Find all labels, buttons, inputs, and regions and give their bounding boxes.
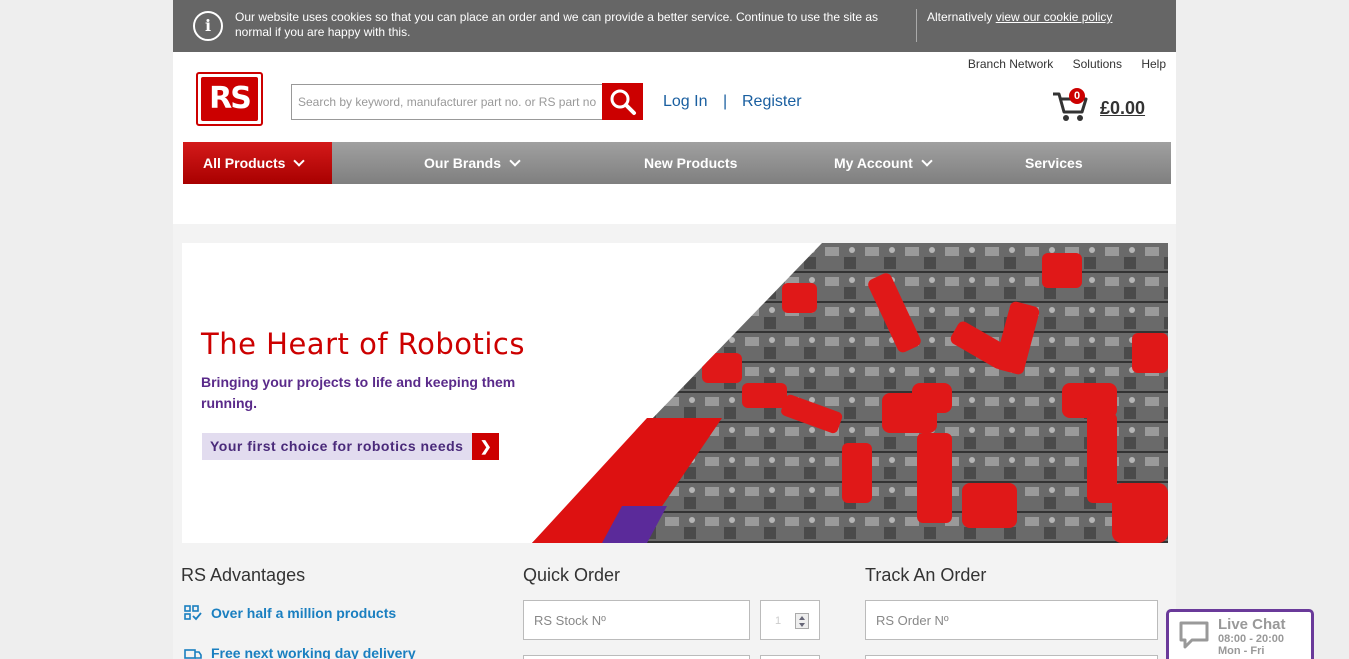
nav-our-brands[interactable]: Our Brands bbox=[424, 142, 521, 184]
cookie-message: Our website uses cookies so that you can… bbox=[235, 10, 879, 39]
hero-cta-label: Your first choice for robotics needs bbox=[210, 438, 464, 454]
branch-network-link[interactable]: Branch Network bbox=[968, 57, 1053, 71]
cart-total[interactable]: £0.00 bbox=[1100, 98, 1145, 119]
product-grid-icon bbox=[184, 605, 202, 621]
live-chat-widget[interactable]: Live Chat 08:00 - 20:00 Mon - Fri bbox=[1166, 609, 1314, 659]
cart-count-badge: 0 bbox=[1069, 88, 1085, 104]
chat-bubble-icon bbox=[1179, 621, 1209, 649]
quick-order-title: Quick Order bbox=[523, 565, 621, 585]
advantage-item[interactable]: Over half a million products bbox=[184, 605, 396, 621]
nav-new-products-label: New Products bbox=[644, 155, 738, 171]
quantity-input[interactable]: 1 bbox=[760, 600, 820, 640]
cookie-alt-prefix: Alternatively bbox=[927, 10, 996, 24]
delivery-icon bbox=[184, 649, 202, 659]
page: i Our website uses cookies so that you c… bbox=[173, 0, 1176, 659]
live-chat-times: 08:00 - 20:00 bbox=[1218, 633, 1285, 645]
advantage-item[interactable]: Free next working day delivery bbox=[184, 645, 416, 659]
hero-banner[interactable]: The Heart of Robotics Bringing your proj… bbox=[182, 243, 1168, 543]
link-separator: | bbox=[723, 93, 728, 110]
live-chat-title: Live Chat bbox=[1218, 616, 1286, 633]
live-chat-hours: 08:00 - 20:00 Mon - Fri bbox=[1218, 633, 1284, 657]
divider bbox=[916, 9, 917, 42]
chevron-down-icon bbox=[921, 155, 933, 167]
search-input[interactable] bbox=[291, 84, 603, 120]
rs-logo-text: RS bbox=[201, 77, 258, 121]
rs-stock-number-input[interactable] bbox=[523, 655, 750, 659]
login-link[interactable]: Log In bbox=[663, 93, 707, 111]
nav-all-products[interactable]: All Products bbox=[183, 142, 332, 184]
advantage-label: Free next working day delivery bbox=[211, 645, 416, 659]
nav-services-label: Services bbox=[1025, 155, 1083, 171]
rs-logo[interactable]: RS bbox=[196, 72, 263, 126]
nav-services[interactable]: Services bbox=[1025, 142, 1083, 184]
nav-new-products[interactable]: New Products bbox=[644, 142, 737, 184]
advantage-label: Over half a million products bbox=[211, 605, 397, 621]
help-link[interactable]: Help bbox=[1141, 57, 1166, 71]
nav-my-account-label: My Account bbox=[834, 155, 913, 171]
cookie-alternative: Alternatively view our cookie policy bbox=[927, 10, 1112, 25]
utility-links: Branch Network Solutions Help bbox=[952, 57, 1166, 71]
advantages-title: RS Advantages bbox=[181, 565, 306, 585]
order-field[interactable] bbox=[865, 655, 1158, 659]
main-nav: All Products Our Brands New Products My … bbox=[183, 142, 1171, 184]
nav-our-brands-label: Our Brands bbox=[424, 155, 502, 171]
cookie-banner: i Our website uses cookies so that you c… bbox=[173, 0, 1176, 52]
chevron-down-icon bbox=[293, 155, 306, 167]
track-order-title: Track An Order bbox=[865, 565, 987, 585]
solutions-link[interactable]: Solutions bbox=[1073, 57, 1122, 71]
quantity-stepper[interactable] bbox=[795, 613, 809, 629]
rs-order-number-input[interactable]: RS Order Nº bbox=[865, 600, 1158, 640]
rs-stock-number-input[interactable]: RS Stock Nº bbox=[523, 600, 750, 640]
nav-my-account[interactable]: My Account bbox=[834, 142, 933, 184]
nav-all-products-label: All Products bbox=[203, 155, 286, 171]
quantity-value: 1 bbox=[775, 615, 782, 627]
live-chat-days: Mon - Fri bbox=[1218, 645, 1265, 657]
chevron-right-icon: ❯ bbox=[472, 433, 500, 460]
search-icon bbox=[610, 89, 636, 115]
chevron-down-icon bbox=[509, 155, 521, 167]
header: Branch Network Solutions Help RS Log In … bbox=[173, 52, 1176, 224]
register-link[interactable]: Register bbox=[742, 93, 802, 111]
search-button[interactable] bbox=[602, 83, 643, 120]
hero-title: The Heart of Robotics bbox=[201, 327, 525, 361]
hero-subtitle: Bringing your projects to life and keepi… bbox=[201, 374, 516, 411]
hero-cta-button[interactable]: Your first choice for robotics needs ❯ bbox=[202, 433, 500, 460]
info-icon: i bbox=[193, 11, 223, 41]
cookie-policy-link[interactable]: view our cookie policy bbox=[996, 10, 1113, 24]
quantity-input[interactable] bbox=[760, 655, 820, 659]
